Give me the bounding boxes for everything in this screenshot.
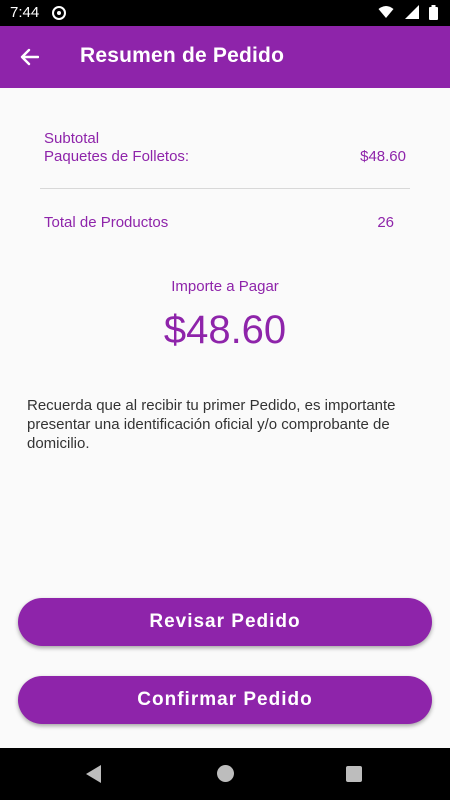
- back-button[interactable]: [14, 43, 44, 71]
- app-notification-icon: [52, 6, 66, 20]
- nav-back-icon[interactable]: [86, 765, 101, 783]
- page-title: Resumen de Pedido: [80, 44, 285, 67]
- subtotal-block: Subtotal Paquetes de Folletos: $48.60: [44, 130, 406, 166]
- confirm-order-button[interactable]: Confirmar Pedido: [18, 676, 432, 724]
- nav-recents-icon[interactable]: [346, 766, 362, 782]
- status-time: 7:44: [10, 4, 40, 21]
- status-bar: 7:44: [0, 0, 450, 26]
- total-products-label: Total de Productos: [44, 214, 169, 231]
- divider: [40, 188, 410, 189]
- packages-amount: $48.60: [360, 148, 406, 165]
- signal-icon: [404, 5, 419, 19]
- status-icons: [372, 5, 438, 21]
- total-products-row: Total de Productos 26: [44, 214, 394, 232]
- amount-caption: Importe a Pagar: [171, 278, 279, 295]
- review-order-button[interactable]: Revisar Pedido: [18, 598, 432, 646]
- id-notice: Recuerda que al recibir tu primer Pedido…: [27, 397, 396, 452]
- battery-icon: [429, 5, 438, 20]
- amount-total: $48.60: [163, 308, 287, 352]
- arrow-back-icon: [20, 48, 39, 66]
- subtotal-label: Subtotal: [44, 130, 100, 147]
- wifi-icon: [378, 6, 394, 18]
- navigation-bar: [0, 748, 450, 800]
- packages-row: Paquetes de Folletos: $48.60: [44, 148, 406, 166]
- packages-label: Paquetes de Folletos:: [44, 148, 190, 165]
- total-products-value: 26: [377, 214, 394, 231]
- nav-home-icon[interactable]: [217, 765, 234, 782]
- app-bar: Resumen de Pedido: [0, 26, 450, 88]
